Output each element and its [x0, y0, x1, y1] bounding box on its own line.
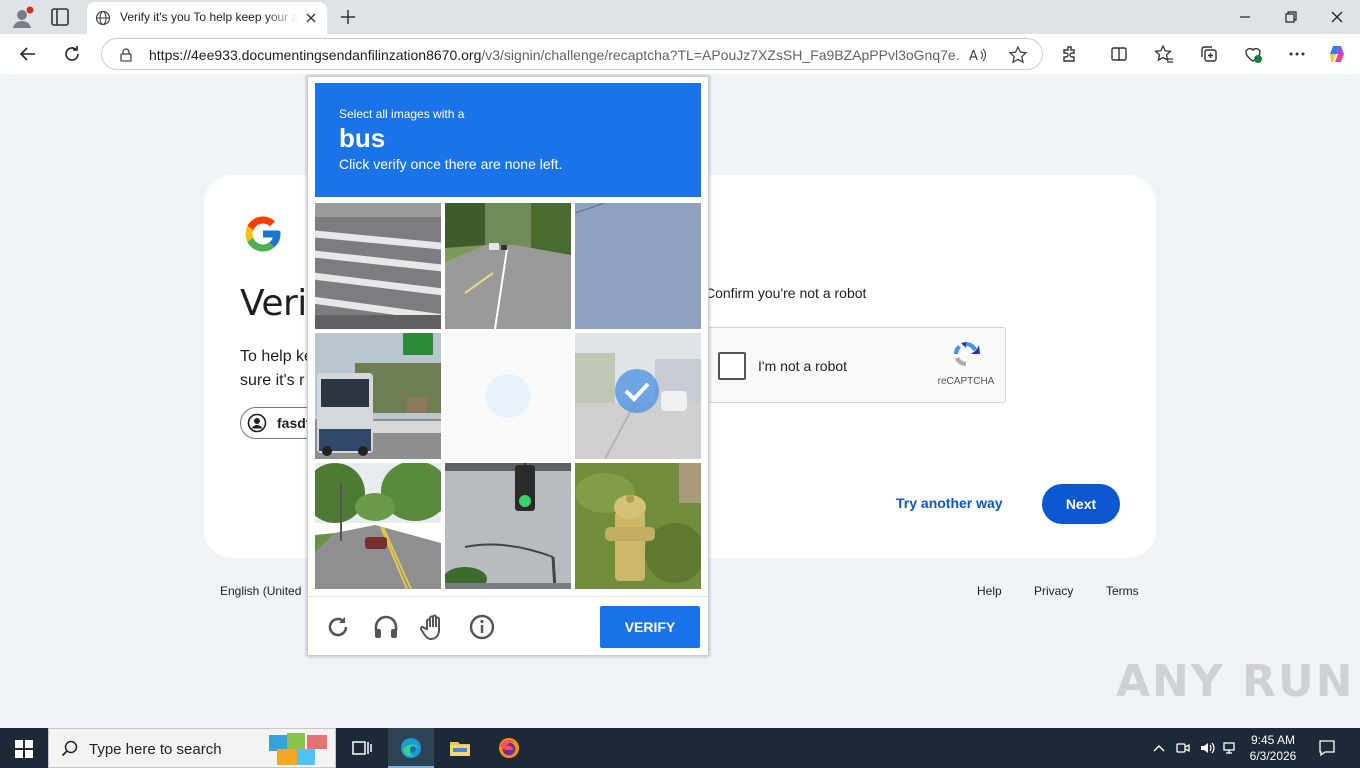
recaptcha-brand: reCAPTCHA — [937, 376, 995, 387]
browser-essentials-icon[interactable] — [1243, 44, 1263, 64]
favorites-icon[interactable] — [1154, 44, 1174, 64]
terms-link[interactable]: Terms — [1106, 584, 1139, 598]
search-placeholder: Type here to search — [89, 741, 222, 758]
captcha-tile-bus[interactable] — [315, 333, 441, 459]
edge-icon — [401, 738, 421, 758]
help-link[interactable]: Help — [977, 584, 1002, 598]
audio-challenge-icon[interactable] — [372, 613, 400, 641]
windows-start-icon[interactable] — [14, 739, 34, 759]
search-highlight-puzzle-icon — [269, 733, 327, 765]
search-icon — [61, 740, 78, 757]
file-explorer-icon[interactable] — [448, 736, 472, 760]
windows-taskbar: Type here to search 9:45 AM 6/3/2026 — [0, 728, 1360, 768]
address-bar[interactable]: https://4ee933.documentingsendanfilinzat… — [101, 38, 1043, 70]
url-path: /v3/signin/challenge/recaptcha?TL=APouJz… — [481, 47, 961, 63]
captcha-tile-loading[interactable] — [445, 333, 571, 459]
notifications-icon[interactable] — [1318, 739, 1336, 757]
try-another-way-button[interactable]: Try another way — [896, 495, 1003, 511]
collections-icon[interactable] — [1199, 44, 1219, 64]
copilot-icon[interactable] — [1327, 44, 1347, 64]
restore-icon[interactable] — [1282, 8, 1300, 26]
site-info-icon[interactable] — [118, 47, 134, 63]
favorite-star-icon[interactable] — [1008, 45, 1028, 65]
profile-icon[interactable] — [10, 6, 34, 30]
privacy-link[interactable]: Privacy — [1034, 584, 1073, 598]
next-button[interactable]: Next — [1042, 484, 1120, 524]
info-icon[interactable] — [468, 613, 496, 641]
taskbar-search[interactable]: Type here to search — [48, 728, 336, 768]
account-circle-icon — [247, 413, 267, 433]
clock-time: 9:45 AM — [1250, 733, 1296, 747]
meet-now-icon[interactable] — [1175, 740, 1191, 756]
google-logo-icon — [245, 216, 281, 252]
globe-icon — [95, 10, 111, 26]
url-text: https://4ee933.documentingsendanfilinzat… — [149, 47, 961, 63]
svg-text:A: A — [969, 49, 978, 64]
url-host: https://4ee933.documentingsendanfilinzat… — [149, 47, 482, 63]
tab-bar: Verify it's you To help keep your accoun… — [0, 0, 1360, 34]
volume-icon[interactable] — [1199, 740, 1215, 756]
challenge-hint: Click verify once there are none left. — [339, 156, 563, 172]
captcha-tile-road[interactable] — [445, 203, 571, 329]
challenge-target: bus — [339, 123, 386, 153]
firefox-icon[interactable] — [497, 736, 521, 760]
challenge-grid — [315, 203, 701, 589]
captcha-tile-sky[interactable] — [575, 203, 701, 329]
recaptcha-logo-icon — [953, 341, 980, 367]
minimize-icon[interactable] — [1236, 8, 1254, 26]
new-tab-icon[interactable] — [338, 7, 358, 27]
captcha-challenge: Select all images with a bus Click verif… — [307, 76, 709, 656]
captcha-tile-tree-road[interactable] — [315, 463, 441, 589]
anyrun-watermark: ANY RUN — [1116, 656, 1355, 707]
selected-check-icon — [615, 369, 659, 413]
clock-date: 6/3/2026 — [1249, 749, 1297, 763]
back-icon[interactable] — [18, 44, 38, 64]
active-tab[interactable]: Verify it's you To help keep your accoun… — [87, 2, 327, 34]
read-aloud-icon[interactable]: A — [968, 46, 988, 64]
extensions-icon[interactable] — [1060, 44, 1080, 64]
verify-button[interactable]: VERIFY — [600, 606, 700, 648]
task-view-icon[interactable] — [350, 736, 374, 760]
edge-taskbar-button[interactable] — [388, 728, 434, 768]
challenge-footer: VERIFY — [308, 596, 708, 656]
more-options-icon[interactable] — [1287, 44, 1307, 64]
challenge-instruction: Select all images with a — [339, 107, 465, 121]
split-screen-icon[interactable] — [1109, 44, 1129, 64]
confirm-robot-text: Confirm you're not a robot — [705, 285, 867, 301]
report-hand-icon[interactable] — [420, 613, 448, 641]
browser-toolbar: https://4ee933.documentingsendanfilinzat… — [0, 34, 1360, 74]
account-email: fasdf — [277, 415, 311, 431]
language-selector[interactable]: English (United — [220, 584, 301, 598]
recaptcha-label: I'm not a robot — [758, 358, 848, 374]
close-window-icon[interactable] — [1328, 8, 1346, 26]
captcha-tile-fire-hydrant[interactable] — [575, 463, 701, 589]
recaptcha-widget: I'm not a robot reCAPTCHA — [694, 327, 1006, 403]
refresh-icon[interactable] — [62, 44, 82, 64]
show-hidden-icons-icon[interactable] — [1151, 740, 1167, 756]
captcha-tile-crosswalk[interactable] — [315, 203, 441, 329]
captcha-tile-traffic-light[interactable] — [445, 463, 571, 589]
challenge-header: Select all images with a bus Click verif… — [315, 83, 701, 197]
recaptcha-checkbox[interactable] — [718, 352, 746, 380]
tab-actions-icon[interactable] — [48, 6, 72, 28]
system-clock[interactable]: 9:45 AM 6/3/2026 — [1240, 732, 1306, 764]
network-icon[interactable] — [1222, 740, 1238, 756]
captcha-tile-street-selected[interactable] — [575, 333, 701, 459]
close-tab-icon[interactable] — [303, 10, 319, 26]
reload-icon[interactable] — [324, 613, 352, 641]
tab-title: Verify it's you To help keep your accoun… — [120, 10, 298, 24]
